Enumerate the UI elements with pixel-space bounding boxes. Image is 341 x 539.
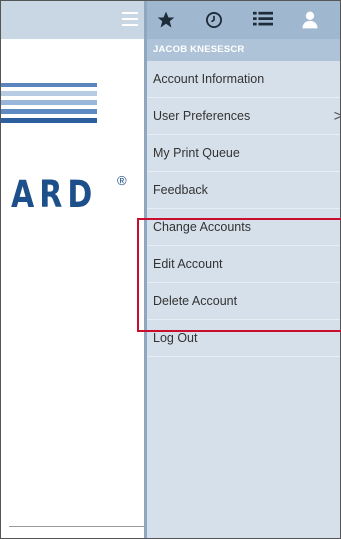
menu-item-my-print-queue[interactable]: My Print Queue — [147, 135, 340, 172]
menu-item-change-accounts[interactable]: Change Accounts — [147, 209, 340, 246]
menu-item-log-out[interactable]: Log Out — [147, 320, 340, 357]
menu-item-label: Edit Account — [153, 257, 223, 271]
clock-icon[interactable] — [202, 8, 226, 32]
menu-item-user-preferences[interactable]: User Preferences > — [147, 98, 340, 135]
registered-mark: ® — [117, 173, 127, 188]
account-menu-panel: JACOB KNESESCR Account Information User … — [144, 1, 340, 538]
account-menu: Account Information User Preferences > M… — [147, 61, 340, 357]
menu-item-account-information[interactable]: Account Information — [147, 61, 340, 98]
menu-item-label: Delete Account — [153, 294, 238, 308]
star-icon[interactable] — [154, 8, 178, 32]
hamburger-menu-icon[interactable] — [122, 12, 138, 26]
menu-item-label: User Preferences — [153, 109, 251, 123]
menu-item-feedback[interactable]: Feedback — [147, 172, 340, 209]
menu-item-label: Account Information — [153, 72, 265, 86]
logo-text: ARD — [11, 173, 98, 217]
user-icon[interactable] — [298, 8, 322, 32]
chevron-right-icon: > — [334, 98, 340, 135]
background-page: ARD ® — [1, 1, 147, 538]
menu-item-label: Log Out — [153, 331, 198, 345]
menu-item-label: Change Accounts — [153, 220, 251, 234]
list-icon[interactable] — [251, 8, 275, 32]
logo-stripes — [1, 83, 97, 123]
divider — [9, 526, 147, 527]
menu-item-label: My Print Queue — [153, 146, 240, 160]
menu-item-edit-account[interactable]: Edit Account — [147, 246, 340, 283]
toolbar — [147, 1, 340, 39]
page-header-bar — [1, 1, 147, 39]
menu-item-delete-account[interactable]: Delete Account — [147, 283, 340, 320]
menu-item-label: Feedback — [153, 183, 208, 197]
user-name-header: JACOB KNESESCR — [147, 39, 340, 61]
